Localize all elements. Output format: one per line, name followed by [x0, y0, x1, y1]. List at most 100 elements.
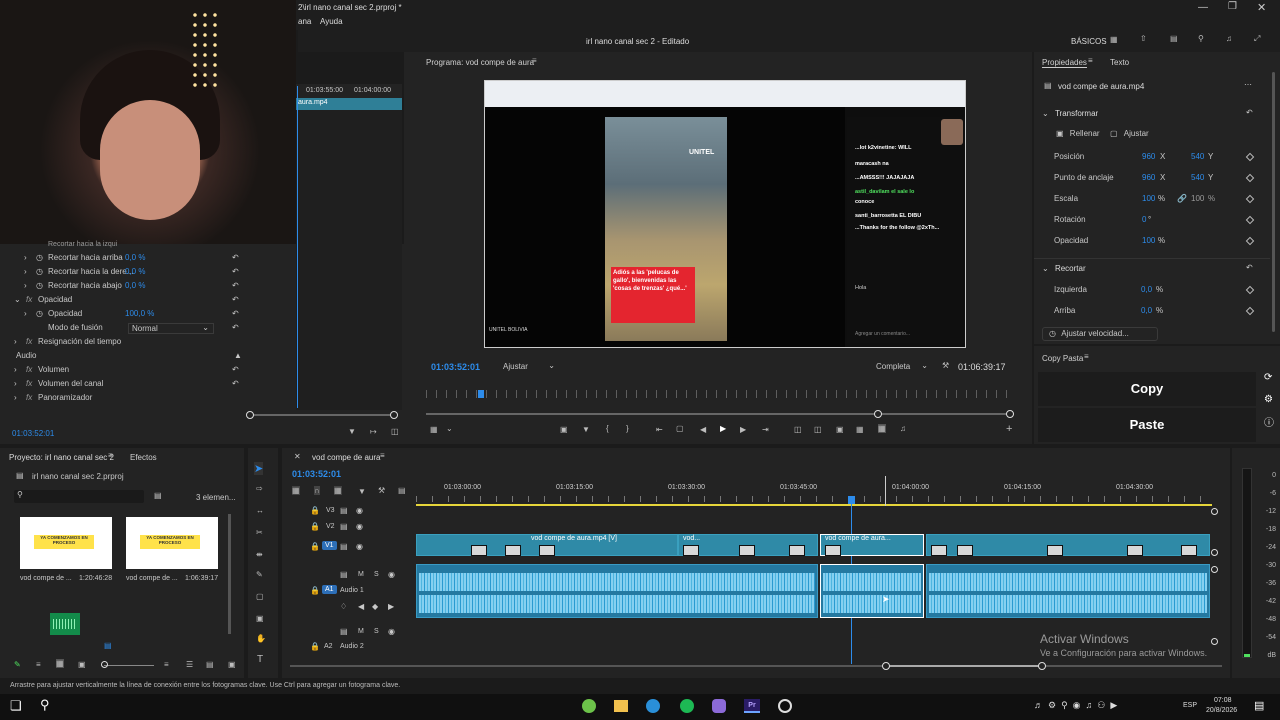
prop-anchor-y[interactable]: 540 — [1191, 171, 1204, 185]
mark-out-icon[interactable]: } — [626, 424, 629, 433]
tray-icons[interactable]: ♬⚙⚲◉♫⚇▶ — [1034, 700, 1122, 711]
safe-margins-icon[interactable]: ▢ — [676, 424, 684, 433]
tab-properties[interactable]: Propiedades — [1042, 58, 1087, 68]
ec-zoom-handle-right[interactable] — [390, 411, 398, 419]
clock-date[interactable]: 20/8/2026 — [1206, 707, 1237, 714]
audio-clip[interactable] — [926, 564, 1210, 618]
hscroll-handle-right[interactable] — [1038, 662, 1046, 670]
wrench-icon[interactable]: ⚒ — [378, 486, 385, 495]
settings-icon[interactable]: ▦ — [430, 425, 438, 434]
reset-icon[interactable]: ↶ — [232, 293, 239, 307]
add-marker-icon[interactable]: ▼ — [358, 487, 366, 496]
transform-tool-icon[interactable]: ▣ — [256, 614, 264, 623]
tab-text[interactable]: Texto — [1110, 58, 1129, 67]
panel-menu-icon[interactable]: ≡ — [1088, 56, 1093, 65]
mic-icon[interactable]: ◉ — [388, 570, 395, 579]
camera-icon[interactable]: ▣ — [836, 425, 844, 434]
clock-time[interactable]: 07:08 — [1214, 697, 1232, 704]
stopwatch-icon[interactable]: ◷ — [36, 251, 43, 265]
add-keyframe-icon[interactable]: ◆ — [372, 602, 378, 611]
ec-zoom-scrollbar[interactable] — [250, 414, 395, 416]
workspace-label[interactable]: BÁSICOS — [1071, 37, 1107, 46]
wrench-icon[interactable]: ⚒ — [942, 361, 949, 370]
chevron-right-icon[interactable]: › — [24, 251, 27, 265]
thumb-size-slider[interactable] — [104, 665, 154, 666]
pen-tool-icon[interactable]: ✎ — [256, 570, 263, 579]
sync-icon[interactable]: ▤ — [340, 506, 348, 515]
video-clip[interactable]: vod... — [678, 534, 818, 556]
track-scroll-handle[interactable] — [1211, 508, 1218, 515]
ec-clip-bar[interactable]: aura.mp4 — [296, 98, 402, 110]
comparison-icon[interactable]: ▦ — [856, 425, 864, 434]
timeline-hscroll[interactable] — [290, 665, 1222, 667]
solo-button[interactable]: S — [374, 628, 379, 635]
step-forward-icon[interactable]: ▶ — [740, 425, 746, 434]
audio-item-thumbnail[interactable] — [50, 613, 80, 635]
new-item-icon[interactable]: ▣ — [228, 660, 236, 669]
program-zoom-bar[interactable] — [426, 413, 1014, 415]
settings-export-icon[interactable]: ◫ — [391, 427, 399, 436]
track-label-a2[interactable]: A2 — [324, 643, 333, 650]
timeline-timecode[interactable]: 01:03:52:01 — [292, 469, 341, 479]
prop-scale-x[interactable]: 100 — [1142, 192, 1155, 206]
paste-button[interactable]: Paste — [1038, 408, 1256, 442]
blend-mode-select[interactable]: Normal ⌄ — [128, 323, 214, 334]
program-zoom-handle[interactable] — [1006, 410, 1014, 418]
ec-opacity-value[interactable]: 100,0 % — [125, 307, 154, 321]
crop-top-value[interactable]: 0,0 — [1141, 304, 1152, 318]
thumb-size-handle[interactable] — [101, 661, 108, 668]
search-icon[interactable]: ⚲ — [1198, 34, 1204, 43]
taskbar-app-icon[interactable] — [582, 699, 596, 713]
reset-icon[interactable]: ↶ — [232, 251, 239, 265]
keyframe-diamond-icon[interactable] — [1245, 215, 1255, 225]
transform-header[interactable]: ⌄ Transformar — [1042, 109, 1098, 118]
stopwatch-icon[interactable]: ◷ — [36, 265, 43, 279]
extract-icon[interactable]: ◫ — [814, 425, 822, 434]
mic-icon[interactable]: ◉ — [388, 627, 395, 636]
program-mini-ruler[interactable] — [426, 390, 1014, 398]
ec-timecode[interactable]: 01:03:52:01 — [12, 429, 54, 438]
audio-clip[interactable] — [416, 564, 818, 618]
track-label-v1[interactable]: V1 — [322, 541, 337, 550]
info-icon[interactable]: ⓘ — [1264, 414, 1274, 429]
timeline-ruler[interactable]: 01:03:00:00 01:03:15:00 01:03:30:00 01:0… — [416, 484, 1212, 504]
prop-rotation-value[interactable]: 0 — [1142, 213, 1146, 227]
type-tool-icon[interactable]: T — [257, 654, 263, 665]
timeline-playhead-head[interactable] — [848, 496, 855, 504]
timeline-hscroll-thumb[interactable] — [886, 665, 1042, 667]
language-indicator[interactable]: ESP — [1183, 702, 1197, 709]
share-icon[interactable]: ⇧ — [1140, 34, 1147, 43]
selection-tool-icon[interactable]: ➤ — [254, 462, 264, 475]
video-clip[interactable]: vod compe de aura.mp4 [V] — [416, 534, 678, 556]
reset-icon[interactable]: ↶ — [232, 265, 239, 279]
copy-pasta-title[interactable]: Copy Pasta — [1042, 354, 1083, 363]
project-item[interactable]: YA COMENZAMOS EN PROCESO vod compe de ..… — [20, 517, 112, 583]
close-tab-icon[interactable]: ✕ — [294, 452, 301, 461]
keyframe-nav-icon[interactable]: ♢ — [340, 602, 347, 611]
tab-project[interactable]: Proyecto: irl nano canal sec 2 — [9, 453, 114, 462]
lock-icon[interactable]: 🔒 — [310, 506, 320, 515]
freeform-view-icon[interactable]: ▣ — [78, 660, 86, 669]
track-scroll-handle[interactable] — [1211, 549, 1218, 556]
rectangle-tool-icon[interactable]: ▢ — [256, 592, 264, 601]
go-to-in-icon[interactable]: ⇤ — [656, 425, 663, 434]
keyframe-diamond-icon[interactable] — [1245, 306, 1255, 316]
export-icon[interactable]: ▤ — [1170, 34, 1178, 43]
nest-icon[interactable]: ▦ — [292, 486, 300, 495]
next-keyframe-icon[interactable]: ▶ — [388, 602, 394, 611]
sort-icon[interactable]: ≡ — [164, 660, 169, 669]
reset-icon[interactable]: ↶ — [232, 363, 239, 377]
project-item[interactable]: YA COMENZAMOS EN PROCESO vod compe de ..… — [126, 517, 220, 583]
stopwatch-icon[interactable]: ◷ — [36, 279, 43, 293]
lock-icon[interactable]: 🔒 — [310, 586, 320, 595]
sequence-tab[interactable]: vod compe de aura — [312, 453, 381, 462]
work-area-bar[interactable] — [416, 504, 1212, 506]
play-icon[interactable]: ▶ — [720, 424, 726, 433]
project-scrollbar[interactable] — [228, 514, 231, 634]
prop-anchor-x[interactable]: 960 — [1142, 171, 1155, 185]
track-scroll-handle[interactable] — [1211, 566, 1218, 573]
ec-row-value[interactable]: 0,0 % — [125, 279, 145, 293]
lock-icon[interactable]: 🔒 — [310, 642, 320, 651]
keyframe-diamond-icon[interactable] — [1245, 285, 1255, 295]
keyframe-diamond-icon[interactable] — [1245, 236, 1255, 246]
